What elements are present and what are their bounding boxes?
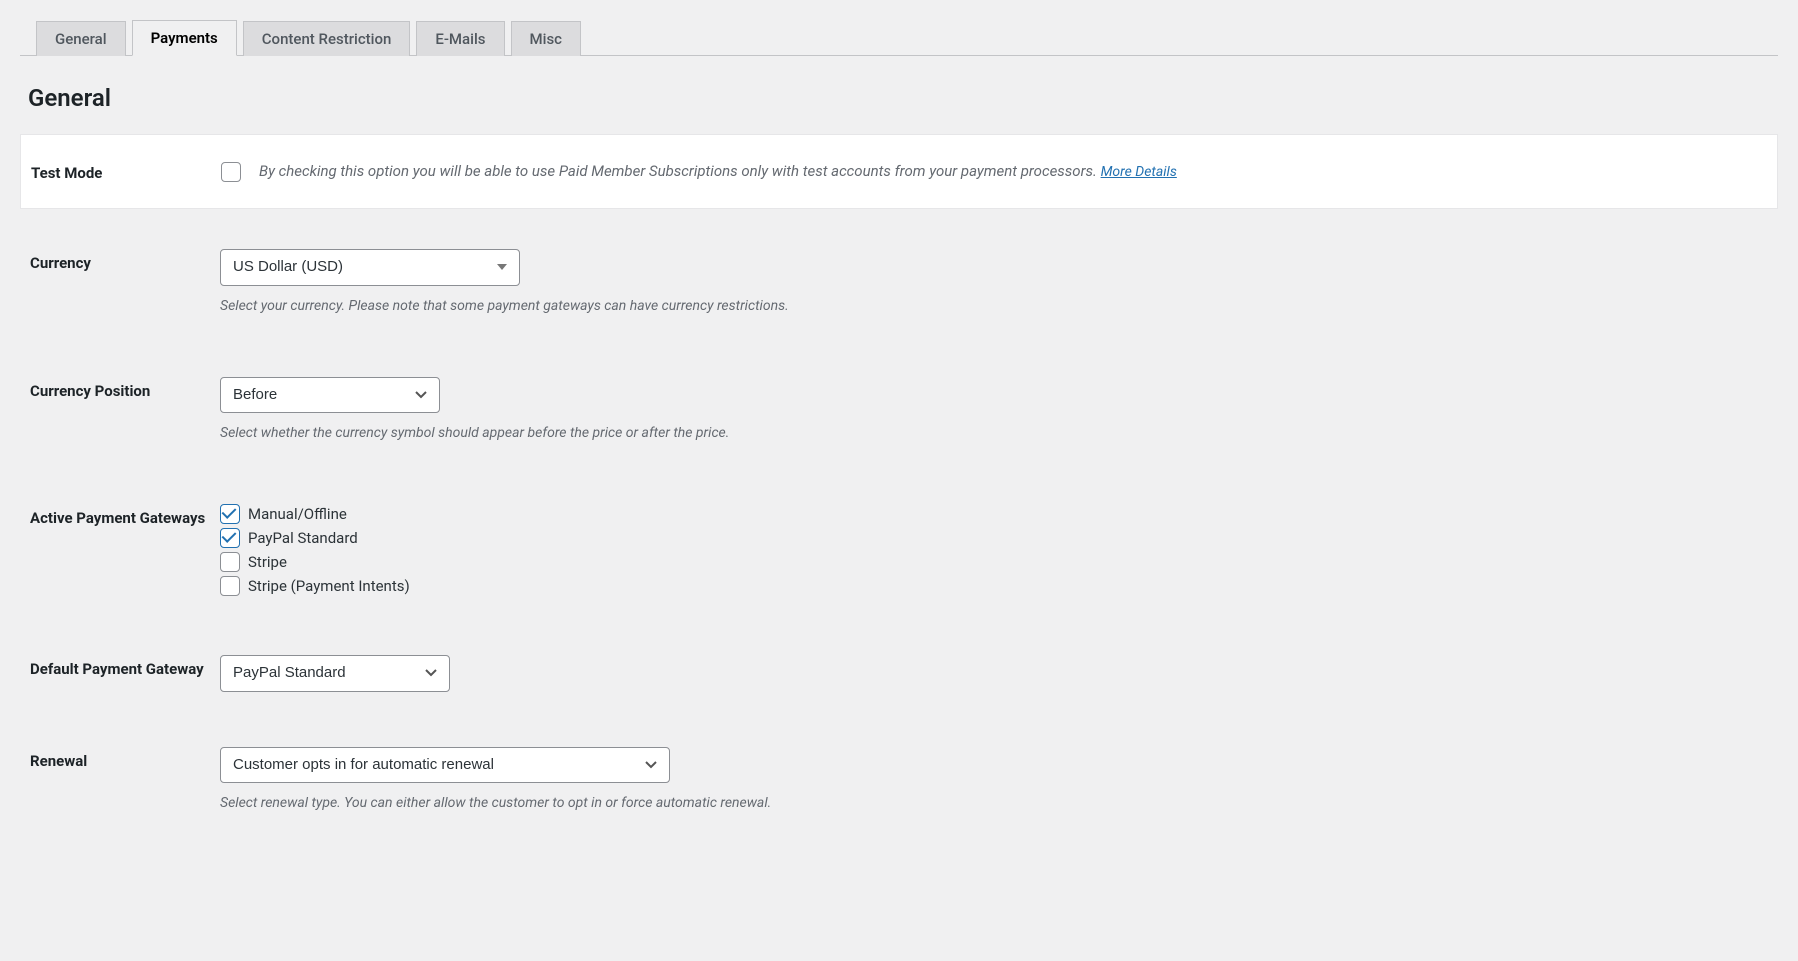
currency-label: Currency bbox=[20, 249, 220, 274]
currency-row: Currency US Dollar (USD) Select your cur… bbox=[20, 249, 1778, 317]
gateway-checkbox-stripe[interactable] bbox=[220, 552, 240, 572]
gateway-option-manual[interactable]: Manual/Offline bbox=[220, 504, 1758, 524]
test-mode-row: Test Mode By checking this option you wi… bbox=[20, 134, 1778, 209]
active-gateways-label: Active Payment Gateways bbox=[20, 504, 220, 529]
gateway-label-paypal: PayPal Standard bbox=[248, 529, 358, 547]
currency-description: Select your currency. Please note that s… bbox=[220, 296, 1758, 317]
renewal-label: Renewal bbox=[20, 747, 220, 772]
gateway-list: Manual/Offline PayPal Standard Stripe St… bbox=[220, 504, 1758, 596]
currency-position-row: Currency Position Before Select whether … bbox=[20, 377, 1778, 445]
gateway-label-stripe: Stripe bbox=[248, 553, 287, 571]
tab-general[interactable]: General bbox=[36, 21, 126, 56]
currency-select[interactable]: US Dollar (USD) bbox=[220, 249, 520, 286]
renewal-select[interactable]: Customer opts in for automatic renewal bbox=[220, 747, 670, 784]
gateway-option-paypal[interactable]: PayPal Standard bbox=[220, 528, 1758, 548]
gateway-option-stripe[interactable]: Stripe bbox=[220, 552, 1758, 572]
test-mode-checkbox[interactable] bbox=[221, 162, 241, 182]
currency-position-description: Select whether the currency symbol shoul… bbox=[220, 423, 1758, 444]
test-mode-description: By checking this option you will be able… bbox=[259, 162, 1101, 180]
tab-content-restriction[interactable]: Content Restriction bbox=[243, 21, 411, 56]
renewal-row: Renewal Customer opts in for automatic r… bbox=[20, 747, 1778, 815]
active-gateways-row: Active Payment Gateways Manual/Offline P… bbox=[20, 504, 1778, 600]
default-gateway-select[interactable]: PayPal Standard bbox=[220, 655, 450, 692]
renewal-description: Select renewal type. You can either allo… bbox=[220, 793, 1758, 814]
test-mode-label: Test Mode bbox=[21, 159, 221, 184]
more-details-link[interactable]: More Details bbox=[1101, 164, 1177, 180]
tab-emails[interactable]: E-Mails bbox=[416, 21, 504, 56]
page-title: General bbox=[28, 84, 1778, 112]
currency-position-select[interactable]: Before bbox=[220, 377, 440, 414]
default-gateway-label: Default Payment Gateway bbox=[20, 655, 220, 680]
default-gateway-row: Default Payment Gateway PayPal Standard bbox=[20, 655, 1778, 692]
gateway-checkbox-stripe-intents[interactable] bbox=[220, 576, 240, 596]
gateway-label-manual: Manual/Offline bbox=[248, 505, 347, 523]
gateway-label-stripe-intents: Stripe (Payment Intents) bbox=[248, 577, 410, 595]
gateway-checkbox-manual[interactable] bbox=[220, 504, 240, 524]
gateway-option-stripe-intents[interactable]: Stripe (Payment Intents) bbox=[220, 576, 1758, 596]
gateway-checkbox-paypal[interactable] bbox=[220, 528, 240, 548]
tab-payments[interactable]: Payments bbox=[132, 20, 237, 56]
settings-tabs: General Payments Content Restriction E-M… bbox=[20, 0, 1778, 56]
currency-position-label: Currency Position bbox=[20, 377, 220, 402]
tab-misc[interactable]: Misc bbox=[511, 21, 582, 56]
